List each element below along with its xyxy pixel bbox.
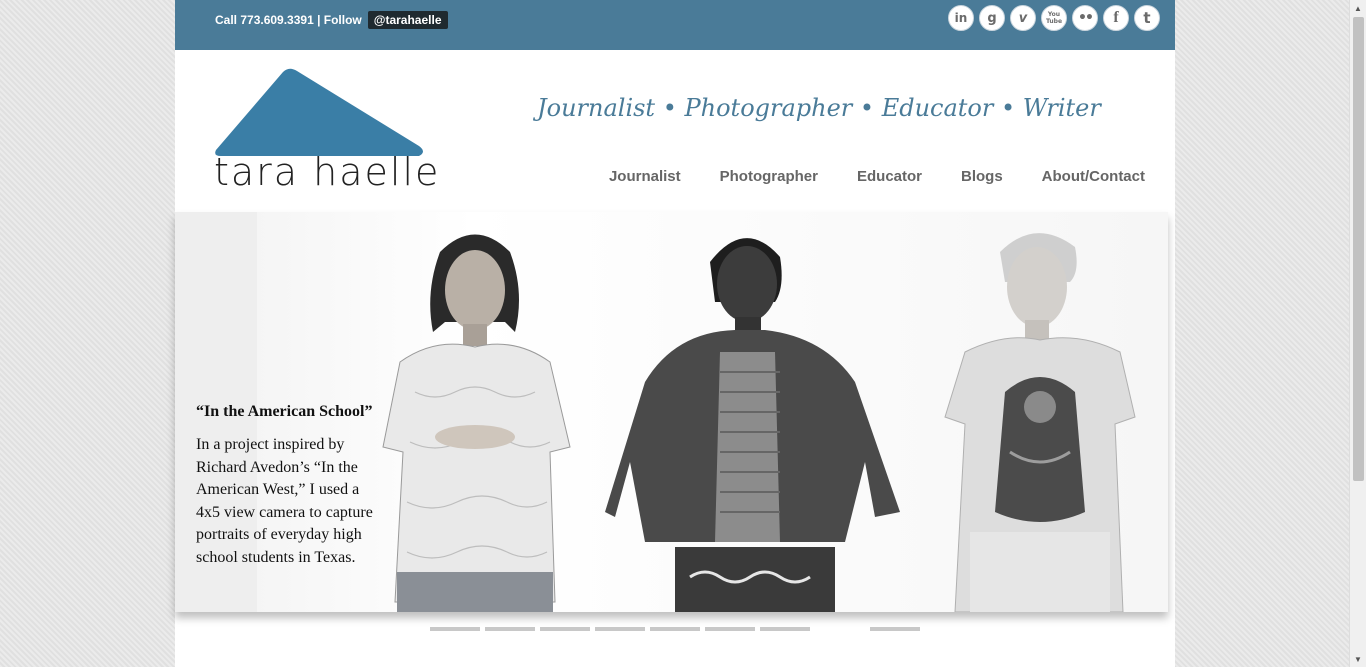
linkedin-icon[interactable]: in [948, 5, 974, 31]
google-plus-icon[interactable]: g [979, 5, 1005, 31]
slider-dot-6[interactable] [705, 627, 755, 631]
brand-name[interactable]: tara haelle [214, 150, 440, 194]
nav-educator[interactable]: Educator [857, 168, 922, 185]
page-container: Call 773.609.3391 | Follow @tarahaelle i… [175, 0, 1175, 667]
slider-dot-8-active[interactable] [815, 627, 865, 631]
hero-caption: “In the American School” In a project in… [196, 403, 386, 569]
slider-dot-1[interactable] [430, 627, 480, 631]
nav-journalist[interactable]: Journalist [609, 168, 681, 185]
facebook-icon[interactable]: f [1103, 5, 1129, 31]
twitter-handle-link[interactable]: @tarahaelle [367, 11, 448, 29]
slider-dot-5[interactable] [650, 627, 700, 631]
slider-dot-3[interactable] [540, 627, 590, 631]
main-nav: Journalist Photographer Educator Blogs A… [609, 168, 1145, 185]
slider-dot-4[interactable] [595, 627, 645, 631]
flickr-icon[interactable]: •• [1072, 5, 1098, 31]
vertical-scrollbar[interactable]: ▲ ▼ [1349, 0, 1366, 667]
social-links: in g v You Tube •• f t [948, 5, 1160, 31]
slider-pagination [430, 627, 920, 631]
hero-description: In a project inspired by Richard Avedon’… [196, 436, 373, 566]
twitter-icon[interactable]: t [1134, 5, 1160, 31]
nav-blogs[interactable]: Blogs [961, 168, 1003, 185]
nav-photographer[interactable]: Photographer [720, 168, 818, 185]
hero-title: “In the American School” [196, 403, 373, 420]
hero-slide: “In the American School” In a project in… [175, 212, 1168, 612]
youtube-icon[interactable]: You Tube [1041, 5, 1067, 31]
slider-dot-9[interactable] [870, 627, 920, 631]
vimeo-icon[interactable]: v [1010, 5, 1036, 31]
slider-dot-7[interactable] [760, 627, 810, 631]
contact-info: Call 773.609.3391 | Follow @tarahaelle [215, 11, 448, 29]
top-bar: Call 773.609.3391 | Follow @tarahaelle i… [175, 0, 1175, 50]
scrollbar-thumb[interactable] [1353, 17, 1364, 481]
nav-about-contact[interactable]: About/Contact [1042, 168, 1145, 185]
tagline: Journalist • Photographer • Educator • W… [537, 94, 1101, 122]
scroll-down-arrow-icon[interactable]: ▼ [1350, 651, 1366, 667]
contact-text: Call 773.609.3391 | Follow [215, 13, 362, 27]
slider-dot-2[interactable] [485, 627, 535, 631]
scroll-up-arrow-icon[interactable]: ▲ [1350, 0, 1366, 16]
